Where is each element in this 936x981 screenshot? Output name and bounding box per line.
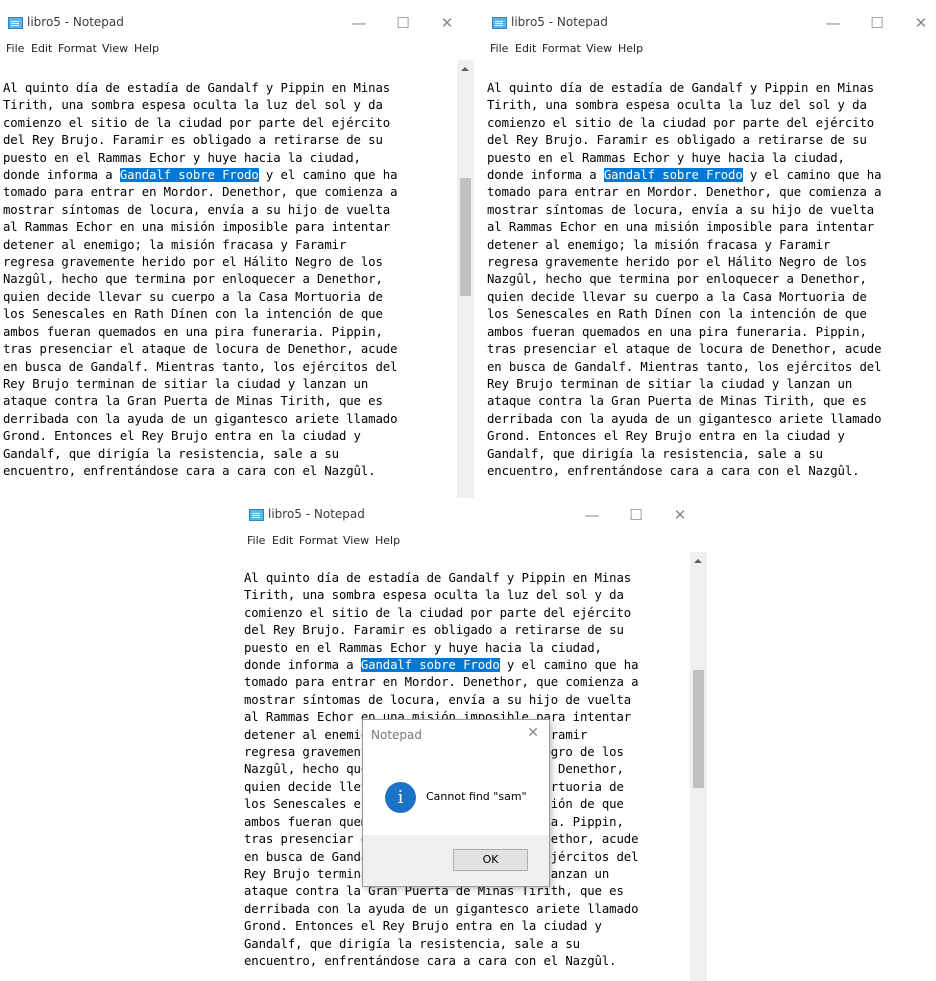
notepad-window-1: libro5 - Notepad — ☐ ✕ File Edit Format …	[0, 8, 474, 498]
ok-button[interactable]: OK	[453, 849, 528, 871]
menu-format[interactable]: Format	[542, 42, 581, 55]
selected-text: Gandalf sobre Frodo	[119, 168, 259, 183]
menu-file[interactable]: File	[247, 534, 265, 547]
menu-bar: File Edit Format View Help	[484, 38, 936, 60]
text-before-selection: Al quinto día de estadía de Gandalf y Pi…	[244, 571, 632, 655]
dialog-close-button[interactable]: ✕	[527, 725, 539, 741]
menu-edit[interactable]: Edit	[515, 42, 536, 55]
notepad-app-icon	[249, 509, 264, 521]
menu-bar: File Edit Format View Help	[241, 530, 707, 552]
menu-format[interactable]: Format	[58, 42, 97, 55]
text-editor[interactable]: Al quinto día de estadía de Gandalf y Pi…	[0, 60, 457, 498]
minimize-button[interactable]: —	[581, 505, 603, 525]
vertical-scrollbar[interactable]	[690, 552, 707, 981]
close-button[interactable]: ✕	[436, 13, 458, 33]
menu-edit[interactable]: Edit	[272, 534, 293, 547]
menu-help[interactable]: Help	[618, 42, 643, 55]
title-bar[interactable]: libro5 - Notepad — ☐ ✕	[484, 8, 936, 38]
selected-text: Gandalf sobre Frodo	[603, 168, 743, 183]
scrollbar-thumb[interactable]	[693, 670, 704, 788]
window-title: libro5 - Notepad	[27, 15, 124, 29]
menu-view[interactable]: View	[586, 42, 612, 55]
text-after-selection: tomado para entrar en Mordor. Denethor, …	[487, 185, 882, 478]
selected-text: Gandalf sobre Frodo	[360, 658, 500, 673]
title-bar[interactable]: libro5 - Notepad — ☐ ✕	[0, 8, 474, 38]
dialog-footer: OK	[363, 835, 549, 886]
window-title: libro5 - Notepad	[268, 507, 365, 521]
maximize-button[interactable]: ☐	[866, 13, 888, 33]
info-icon: i	[385, 782, 416, 813]
vertical-scrollbar[interactable]	[457, 60, 474, 498]
text-before-selection: Al quinto día de estadía de Gandalf y Pi…	[487, 81, 875, 165]
line-prefix: donde informa a	[244, 658, 361, 673]
notepad-app-icon	[492, 17, 507, 29]
line-prefix: donde informa a	[487, 168, 604, 183]
maximize-button[interactable]: ☐	[625, 505, 647, 525]
window-title: libro5 - Notepad	[511, 15, 608, 29]
menu-file[interactable]: File	[490, 42, 508, 55]
line-suffix: y el camino que ha	[499, 658, 639, 673]
scrollbar-thumb[interactable]	[460, 178, 471, 296]
line-suffix: y el camino que ha	[258, 168, 398, 183]
dialog-message: Cannot find "sam"	[426, 790, 527, 803]
find-result-dialog: Notepad ✕ i Cannot find "sam" OK	[362, 719, 550, 887]
menu-help[interactable]: Help	[134, 42, 159, 55]
text-editor[interactable]: Al quinto día de estadía de Gandalf y Pi…	[484, 60, 936, 498]
notepad-app-icon	[8, 17, 23, 29]
close-button[interactable]: ✕	[910, 13, 932, 33]
menu-view[interactable]: View	[102, 42, 128, 55]
menu-format[interactable]: Format	[299, 534, 338, 547]
document-text[interactable]: Al quinto día de estadía de Gandalf y Pi…	[3, 80, 397, 480]
menu-view[interactable]: View	[343, 534, 369, 547]
dialog-title: Notepad	[371, 728, 422, 742]
line-prefix: donde informa a	[3, 168, 120, 183]
menu-help[interactable]: Help	[375, 534, 400, 547]
menu-file[interactable]: File	[6, 42, 24, 55]
minimize-button[interactable]: —	[348, 13, 370, 33]
line-suffix: y el camino que ha	[742, 168, 882, 183]
scroll-up-arrow-icon[interactable]	[694, 559, 702, 563]
menu-edit[interactable]: Edit	[31, 42, 52, 55]
title-bar[interactable]: libro5 - Notepad — ☐ ✕	[241, 500, 707, 530]
close-button[interactable]: ✕	[669, 505, 691, 525]
document-text[interactable]: Al quinto día de estadía de Gandalf y Pi…	[487, 80, 881, 480]
menu-bar: File Edit Format View Help	[0, 38, 474, 60]
text-before-selection: Al quinto día de estadía de Gandalf y Pi…	[3, 81, 391, 165]
minimize-button[interactable]: —	[822, 13, 844, 33]
notepad-window-2: libro5 - Notepad — ☐ ✕ File Edit Format …	[484, 8, 936, 498]
text-after-selection: tomado para entrar en Mordor. Denethor, …	[3, 185, 398, 478]
maximize-button[interactable]: ☐	[392, 13, 414, 33]
scroll-up-arrow-icon[interactable]	[461, 67, 469, 71]
